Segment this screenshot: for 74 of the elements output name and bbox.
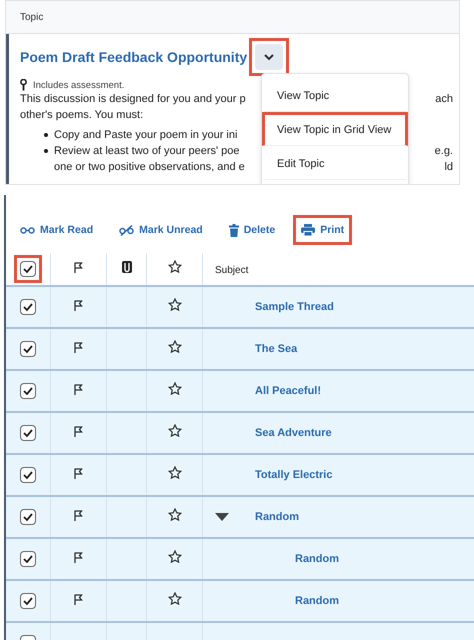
trash-icon	[228, 224, 239, 236]
row-checkbox[interactable]	[20, 382, 36, 399]
star-icon[interactable]	[168, 592, 182, 605]
row-checkbox[interactable]	[20, 298, 36, 315]
flag-icon[interactable]	[74, 594, 83, 605]
flag-icon[interactable]	[74, 342, 83, 353]
row-checkbox[interactable]	[20, 466, 36, 483]
checkmark-icon	[23, 265, 33, 273]
row-checkbox[interactable]	[20, 508, 36, 525]
description-text: This discussion is designed for you and your p	[20, 92, 246, 107]
checkmark-icon	[23, 344, 33, 353]
bullet-text: Review at least two of your peers' poe	[54, 144, 240, 159]
flag-icon[interactable]	[74, 426, 83, 437]
dropdown-button[interactable]	[255, 44, 284, 70]
flag-icon[interactable]	[74, 468, 83, 479]
star-icon[interactable]	[168, 340, 182, 353]
flag-icon[interactable]	[74, 300, 83, 311]
thread-link[interactable]: Random	[295, 595, 339, 607]
checkmark-icon	[23, 512, 33, 521]
thread-link[interactable]: The Sea	[255, 343, 298, 355]
thread-link[interactable]: Random	[255, 511, 299, 523]
description-text: ach	[435, 92, 453, 107]
toolbar-button[interactable]: Mark Read	[12, 215, 102, 245]
caret-down-icon[interactable]	[215, 513, 229, 521]
flag-icon[interactable]	[74, 262, 83, 273]
topic-title-link[interactable]: Poem Draft Feedback Opportunity	[20, 49, 248, 65]
chevron-down-icon	[264, 54, 274, 60]
checkmark-icon	[23, 428, 33, 437]
panel-header: Topic	[20, 12, 44, 22]
flag-icon[interactable]	[74, 510, 83, 521]
thread-link[interactable]: Totally Electric	[255, 469, 332, 481]
glasses-icon	[20, 226, 35, 234]
star-icon[interactable]	[168, 260, 182, 273]
select-all-checkbox[interactable]	[20, 261, 36, 277]
star-icon[interactable]	[168, 382, 182, 395]
row-checkbox[interactable]	[20, 550, 36, 567]
menu-item[interactable]: View Topic in Grid View	[262, 112, 408, 146]
checkmark-icon	[23, 596, 33, 605]
row-checkbox[interactable]	[20, 592, 36, 609]
thread-link[interactable]: Sea Adventure	[255, 427, 332, 439]
thread-link[interactable]: All Peaceful!	[255, 385, 322, 397]
checkmark-icon	[23, 554, 33, 563]
bullet-text: one or two positive observations, and e	[54, 160, 245, 175]
bullet-icon	[44, 149, 48, 153]
star-icon[interactable]	[168, 466, 182, 479]
menu-item[interactable]: View Topic	[262, 78, 408, 112]
toolbar-button[interactable]: Mark Unread	[111, 215, 211, 245]
row-checkbox[interactable]	[20, 340, 36, 357]
star-icon[interactable]	[168, 508, 182, 521]
row-checkbox[interactable]	[20, 424, 36, 441]
printer-icon	[301, 224, 316, 236]
thread-link[interactable]: Sample Thread	[255, 301, 334, 313]
flag-icon[interactable]	[74, 552, 83, 563]
bullet-text: ld	[444, 160, 453, 175]
flag-icon[interactable]	[74, 384, 83, 395]
column-header[interactable]: Subject	[203, 265, 248, 276]
crossed-glasses-icon	[119, 224, 134, 236]
bullet-icon	[44, 133, 48, 137]
star-icon[interactable]	[168, 298, 182, 311]
checkmark-icon	[23, 302, 33, 311]
bullet-text: Copy and Paste your poem in your ini	[54, 128, 238, 143]
assessment-note: Includes assessment.	[33, 80, 124, 90]
star-icon[interactable]	[168, 424, 182, 437]
menu-item[interactable]: Edit Topic	[262, 146, 408, 180]
pin-icon	[20, 79, 27, 91]
toolbar-button[interactable]: Print	[293, 215, 352, 245]
toolbar-button[interactable]: Delete	[220, 215, 284, 245]
attachment-icon[interactable]	[122, 261, 132, 273]
checkmark-icon	[23, 470, 33, 479]
description-text: other's poems. You must:	[20, 108, 144, 123]
thread-link[interactable]: Random	[295, 553, 339, 565]
star-icon[interactable]	[168, 550, 182, 563]
checkmark-icon	[23, 386, 33, 395]
bullet-text: e.g.	[434, 144, 453, 159]
